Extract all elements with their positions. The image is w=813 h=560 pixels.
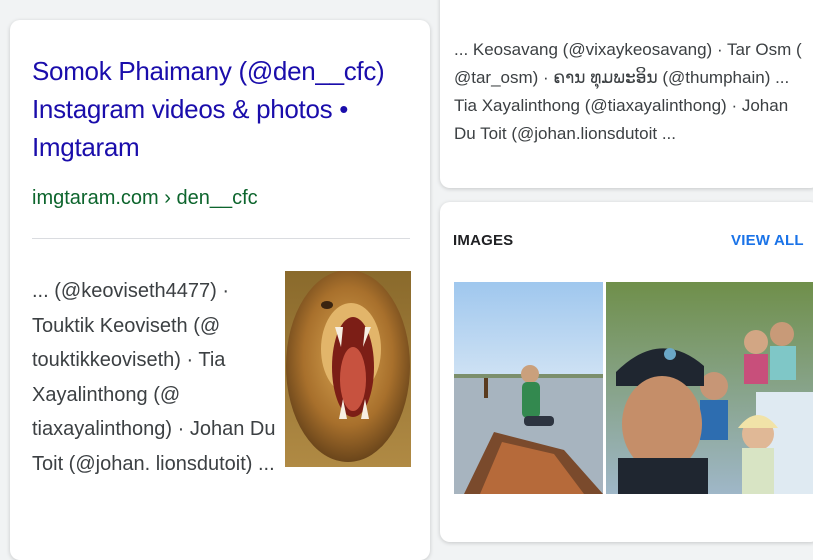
result-title-link[interactable]: Somok Phaimany (@den__cfc) Instagram vid…: [32, 52, 392, 166]
search-result-card-2: ... Keosavang (@vixaykeosavang) · Tar Os…: [440, 0, 813, 188]
view-all-link[interactable]: VIEW ALL: [731, 232, 804, 249]
divider: [32, 238, 410, 239]
result-url[interactable]: imgtaram.com › den__cfc: [32, 185, 412, 211]
images-card: IMAGES VIEW ALL: [440, 202, 813, 542]
group-selfie-image[interactable]: [606, 282, 813, 494]
search-result-card: Somok Phaimany (@den__cfc) Instagram vid…: [10, 20, 430, 560]
images-header: IMAGES: [453, 232, 514, 249]
lion-roaring-image[interactable]: [285, 271, 411, 467]
man-in-boat-image[interactable]: [454, 282, 603, 494]
result-snippet: ... (@keoviseth4477) · Touktik Keoviseth…: [32, 280, 276, 475]
result-snippet-2: ... Keosavang (@vixaykeosavang) · Tar Os…: [454, 40, 802, 143]
